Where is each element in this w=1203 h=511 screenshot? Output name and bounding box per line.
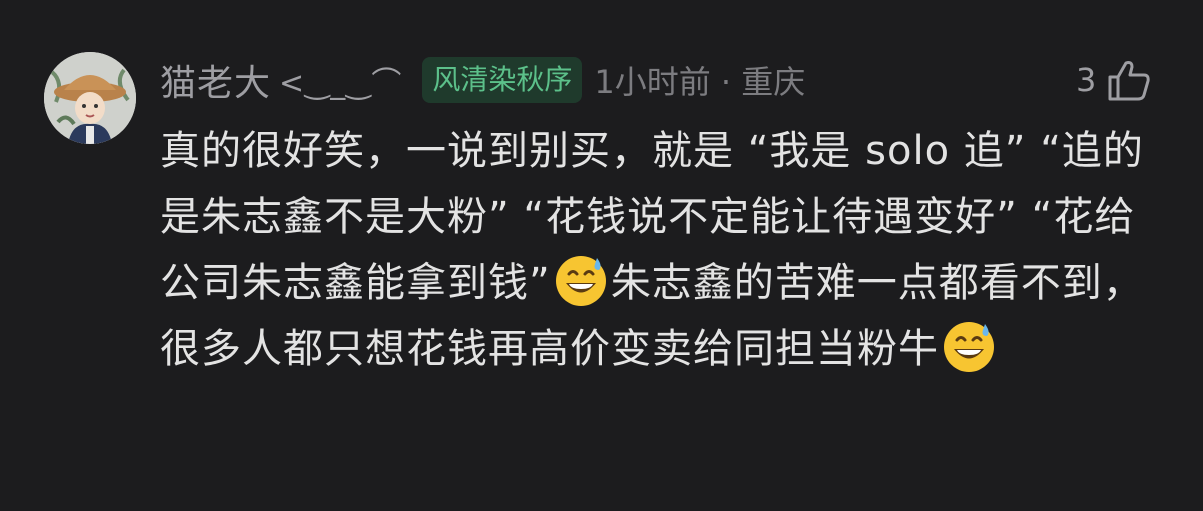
user-avatar[interactable] — [44, 52, 136, 144]
like-button[interactable]: 3 — [1076, 52, 1152, 108]
grinning-face-with-sweat-icon — [555, 256, 606, 306]
thumbs-up-icon — [1108, 61, 1151, 101]
comment-meta: 1小时前 · 重庆 — [594, 63, 806, 101]
comment-card: 猫老大 <‿_‿⌒ 风清染秋序 1小时前 · 重庆 3 真的很好笑，一说到别买，… — [0, 0, 1203, 511]
username[interactable]: 猫老大 — [160, 54, 271, 106]
fan-badge[interactable]: 风清染秋序 — [422, 57, 583, 103]
grinning-face-with-sweat-icon — [944, 322, 994, 372]
comment-body: 真的很好笑，一说到别买，就是 “我是 solo 追” “追的是朱志鑫不是大粉” … — [160, 118, 1170, 382]
avatar-image — [44, 52, 136, 144]
like-count: 3 — [1076, 61, 1097, 99]
comment-header: 猫老大 <‿_‿⌒ 风清染秋序 1小时前 · 重庆 — [160, 52, 805, 108]
username-decoration: <‿_‿⌒ — [279, 66, 403, 101]
